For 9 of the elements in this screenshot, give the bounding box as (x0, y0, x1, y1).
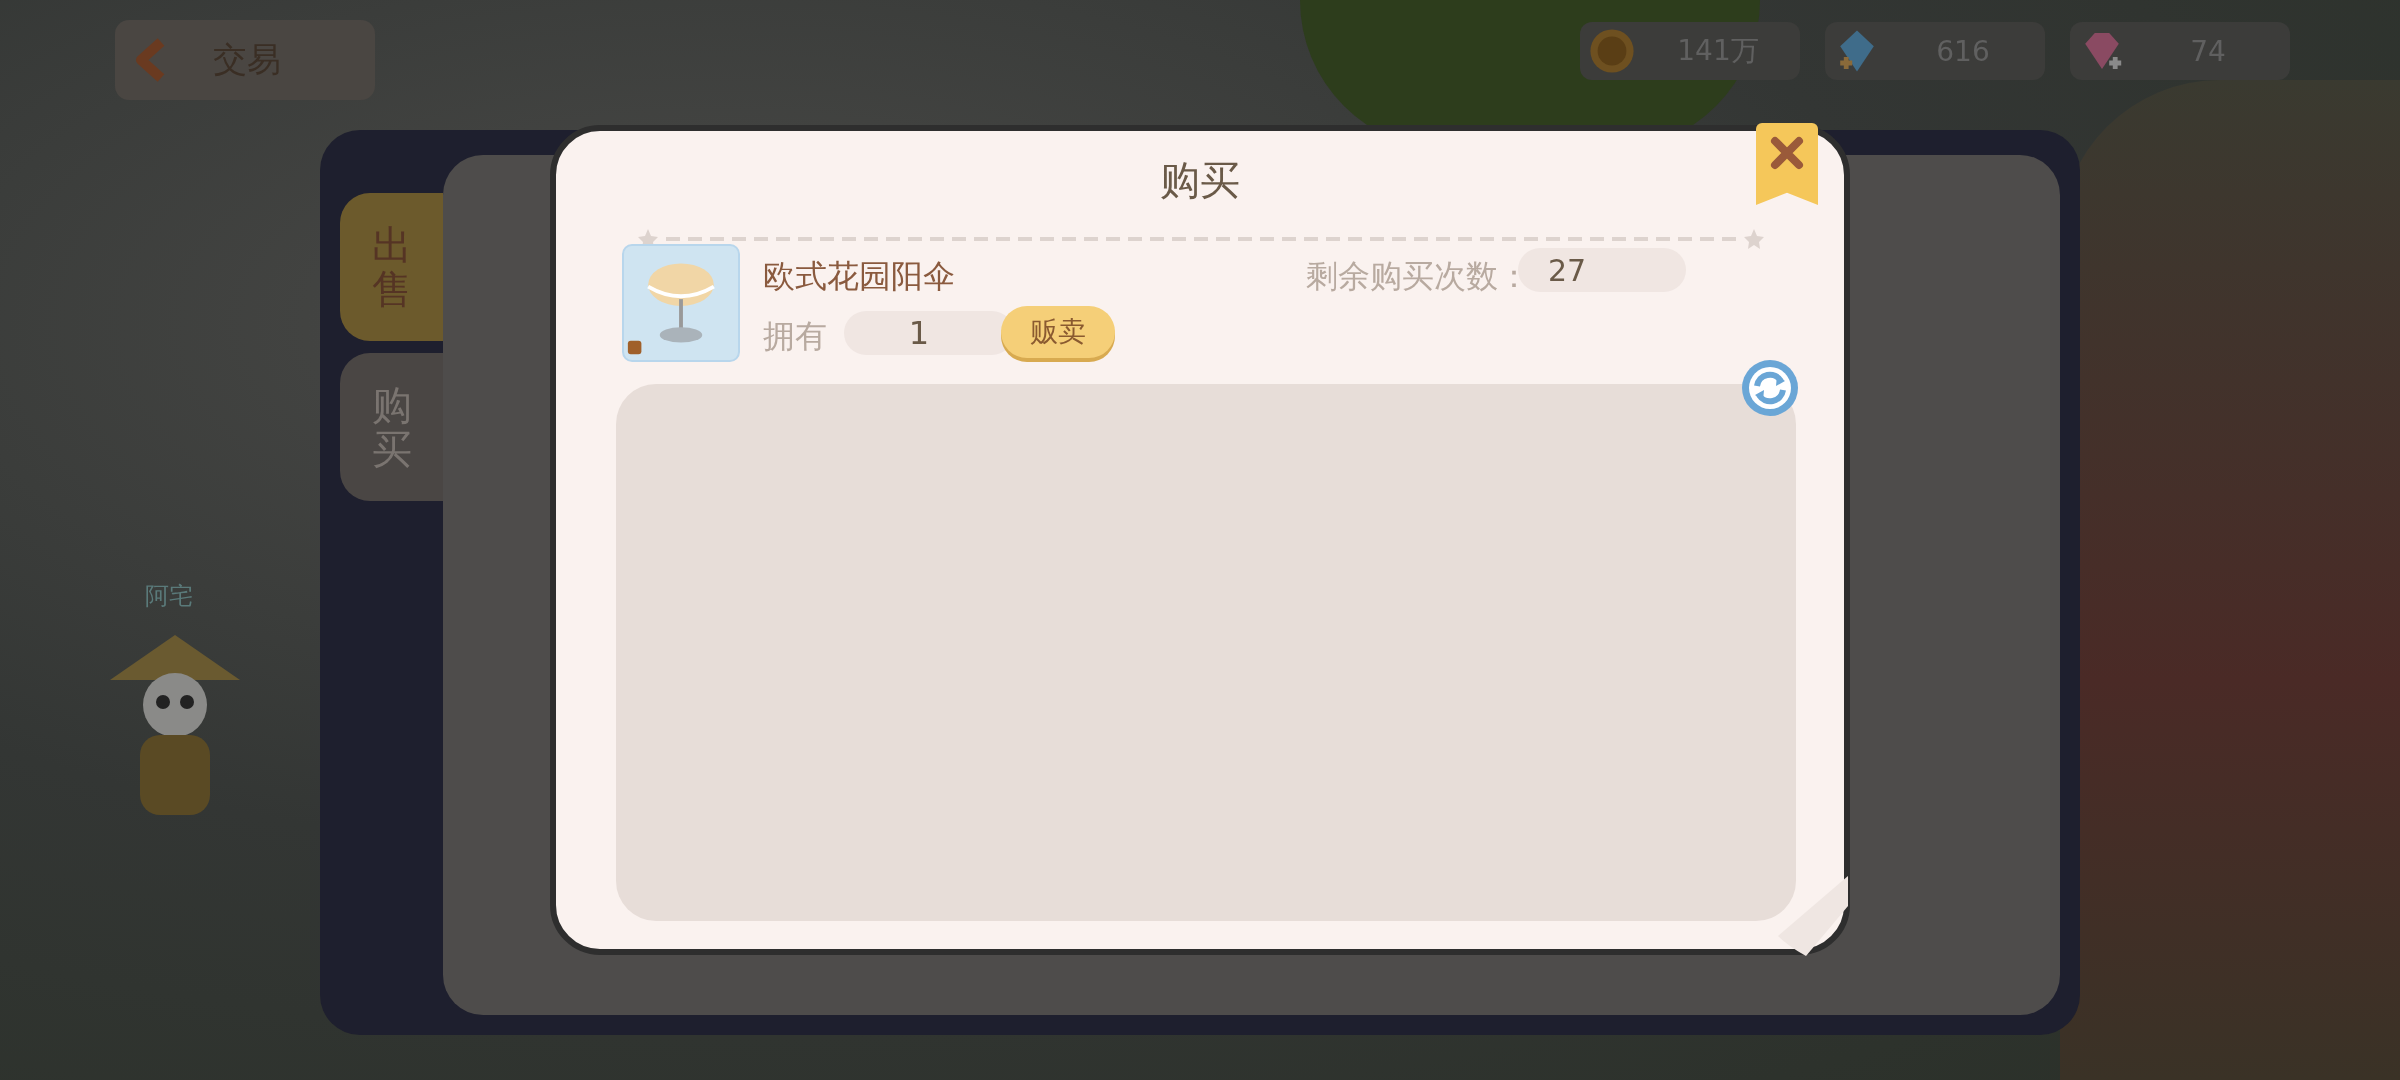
close-button[interactable] (1756, 123, 1818, 205)
dialog-title: 购买 (1159, 156, 1241, 205)
npc-name: 阿宅 (145, 581, 193, 612)
remaining-count: 27 (1518, 248, 1686, 292)
coin-icon (1588, 27, 1636, 75)
owned-label: 拥有 (763, 316, 827, 357)
page-curl-icon (1778, 876, 1848, 956)
refresh-icon[interactable] (1741, 359, 1799, 417)
item-name: 欧式花园阳伞 (763, 256, 955, 297)
